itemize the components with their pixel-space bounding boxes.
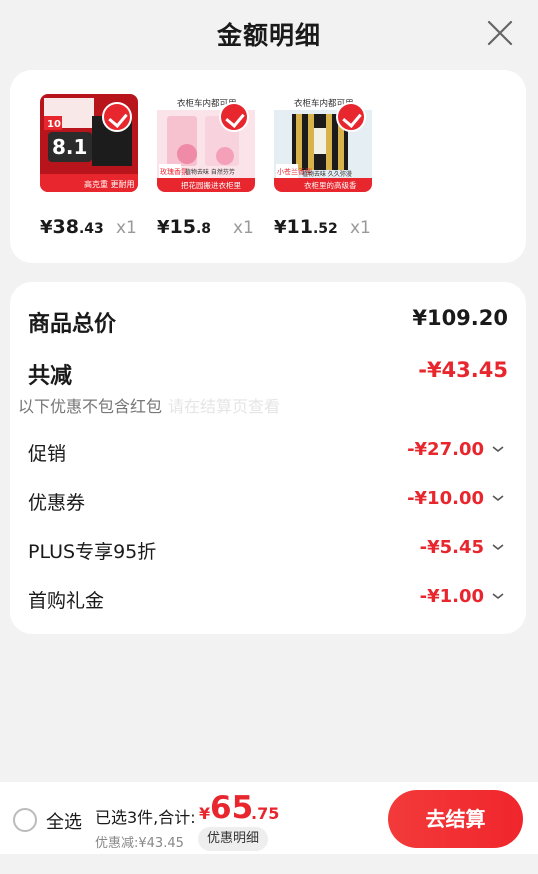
discount-row-coupon[interactable]: 优惠券 -¥10.00 [28, 486, 508, 516]
chevron-down-icon[interactable] [492, 445, 504, 453]
chevron-down-icon[interactable] [492, 494, 504, 502]
chevron-down-icon[interactable] [492, 543, 504, 551]
thumb-caption-2: 把花园搬进衣柜里 [181, 180, 241, 190]
price-decimal: .8 [195, 221, 212, 237]
discount-label: 促销 [28, 443, 67, 465]
product-thumbnail[interactable]: 8.1 10 高克重 更耐用 [40, 94, 138, 192]
discount-label: 首购礼金 [28, 590, 105, 612]
price-summary-card: 商品总价 ¥109.20 共减 -¥43.45 促销 -¥27.00 优惠券 -… [10, 282, 526, 634]
check-icon [102, 102, 132, 132]
discount-row-plus[interactable]: PLUS专享95折 -¥5.45 [28, 535, 508, 565]
sheet-title: 金额明细 [216, 21, 321, 50]
total-price-value: ¥109.20 [412, 306, 508, 330]
product-thumbnail[interactable]: 衣柜车内都可用 玫瑰香氛 植物去味 自然芬芳 把花园搬进衣柜里 [157, 94, 255, 192]
product-quantity: x1 [116, 218, 137, 238]
price-integer: 11 [286, 216, 313, 238]
selected-count-text: 已选3件,合计: [95, 808, 196, 827]
thumb-side-text: 玫瑰香氛 [160, 167, 188, 176]
price-currency: ¥ [40, 217, 53, 238]
total-price-row: 商品总价 ¥109.20 [28, 306, 508, 337]
total-decimal: .75 [251, 804, 280, 823]
price-integer: 15 [169, 216, 196, 238]
discount-summary-text: 优惠减:¥43.45 [95, 836, 184, 851]
price-decimal: .52 [312, 221, 338, 237]
discount-value: -¥10.00 [407, 488, 484, 509]
thumb-label: 8.1 [52, 135, 87, 159]
chevron-down-icon[interactable] [492, 592, 504, 600]
sheet-header: 金额明细 [0, 0, 538, 70]
price-decimal: .43 [78, 221, 104, 237]
discount-row-first-purchase[interactable]: 首购礼金 -¥1.00 [28, 584, 508, 614]
discount-value: -¥27.00 [407, 439, 484, 460]
product-item[interactable]: 8.1 10 高克重 更耐用 ¥38.43 x1 [40, 94, 140, 238]
discount-label: 优惠券 [28, 492, 86, 514]
discount-row-promotion[interactable]: 促销 -¥27.00 [28, 437, 508, 467]
total-price-label: 商品总价 [28, 312, 117, 337]
product-price: ¥15.8 x1 [157, 216, 277, 240]
product-item[interactable]: 衣柜车内都可用 小苍兰香型 植物去味 久久弥漫 衣柜里的高级香 ¥11.52 x… [274, 94, 374, 238]
product-quantity: x1 [233, 218, 254, 238]
discount-value: -¥5.45 [419, 537, 484, 558]
discount-label: PLUS专享95折 [28, 541, 157, 563]
reduction-row: 共减 -¥43.45 [28, 358, 508, 389]
discount-note: 以下优惠不包含红包 [18, 397, 163, 416]
discount-note-overlay: 请在结算页查看 [168, 397, 281, 416]
reduction-value: -¥43.45 [418, 358, 508, 382]
select-all-radio[interactable] [13, 808, 37, 832]
price-integer: 38 [52, 216, 79, 238]
products-card: 8.1 10 高克重 更耐用 ¥38.43 x1 衣柜车内都可用 玫瑰香氛 植物… [10, 70, 526, 263]
price-currency: ¥ [157, 217, 170, 238]
thumb-caption-1: 植物去味 自然芬芳 [185, 168, 235, 176]
thumb-caption-1: 植物去味 久久弥漫 [302, 170, 352, 178]
checkout-bar: 全选 已选3件,合计: ¥ 65 .75 优惠减:¥43.45 优惠明细 去结算 [0, 782, 538, 854]
check-icon [219, 102, 249, 132]
system-nav-strip [0, 854, 538, 874]
product-price: ¥38.43 x1 [40, 216, 160, 240]
product-quantity: x1 [350, 218, 371, 238]
checkout-button[interactable]: 去结算 [388, 790, 523, 848]
close-icon[interactable] [486, 19, 514, 47]
thumb-caption-2: 衣柜里的高级香 [304, 180, 357, 190]
product-item[interactable]: 衣柜车内都可用 玫瑰香氛 植物去味 自然芬芳 把花园搬进衣柜里 ¥15.8 x1 [157, 94, 257, 238]
thumb-badge: 10 [47, 119, 61, 130]
product-thumbnail[interactable]: 衣柜车内都可用 小苍兰香型 植物去味 久久弥漫 衣柜里的高级香 [274, 94, 372, 192]
total-integer: 65 [210, 790, 254, 826]
total-currency: ¥ [199, 804, 211, 823]
select-all-label[interactable]: 全选 [46, 808, 82, 834]
discount-detail-button[interactable]: 优惠明细 [198, 827, 269, 851]
reduction-label: 共减 [28, 364, 73, 389]
discount-value: -¥1.00 [419, 586, 484, 607]
amount-detail-sheet: 金额明细 8.1 10 高克重 更耐用 ¥38.43 x1 衣柜车内都可用 玫瑰… [0, 0, 538, 874]
check-icon [336, 102, 366, 132]
thumb-caption: 高克重 更耐用 [84, 179, 135, 189]
product-price: ¥11.52 x1 [274, 216, 394, 240]
price-currency: ¥ [274, 217, 287, 238]
